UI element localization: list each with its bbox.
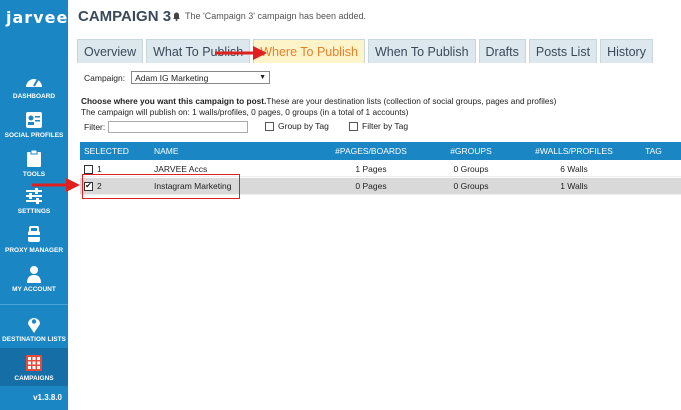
row-groups: 0 Groups xyxy=(453,164,489,174)
filter-by-tag-option[interactable]: Filter by Tag xyxy=(349,121,408,131)
sidebar-item-campaigns[interactable]: CAMPAIGNS xyxy=(0,348,68,386)
app-logo: jarvee xyxy=(6,8,69,27)
tab-overview[interactable]: Overview xyxy=(77,39,144,63)
row-walls: 6 Walls xyxy=(560,164,588,174)
sidebar-item-label: CAMPAIGNS xyxy=(14,375,54,382)
campaign-select-value: Adam IG Marketing xyxy=(135,72,209,83)
row-select-cell: 1 xyxy=(80,164,154,174)
filter-label: Filter: xyxy=(84,122,106,132)
sidebar-item-social-profiles[interactable]: SOCIAL PROFILES xyxy=(0,111,68,139)
instructions-text: These are your destination lists (collec… xyxy=(266,96,557,106)
column-header-walls[interactable]: #WALLS/PROFILES xyxy=(522,146,626,156)
annotation-highlight-box xyxy=(82,174,240,199)
tab-history[interactable]: History xyxy=(600,39,653,63)
filter-by-tag-label: Filter by Tag xyxy=(362,121,409,131)
sidebar-item-proxy-manager[interactable]: PROXY MANAGER xyxy=(0,226,68,254)
sidebar-item-label: PROXY MANAGER xyxy=(4,247,64,254)
sidebar-item-label: SOCIAL PROFILES xyxy=(4,132,64,139)
filter-by-tag-checkbox[interactable] xyxy=(349,121,358,131)
sidebar-item-label: DESTINATION LISTS xyxy=(2,336,66,343)
filter-row: Filter: xyxy=(84,121,249,133)
sidebar: jarvee DASHBOARD SOCIAL PROFILES TOOLS S… xyxy=(0,0,68,410)
notification-text: The 'Campaign 3' campaign has been added… xyxy=(185,11,367,21)
sidebar-item-tools[interactable]: TOOLS xyxy=(0,150,68,178)
sidebar-item-label: SETTINGS xyxy=(17,208,51,215)
bell-icon xyxy=(173,12,180,21)
tab-drafts[interactable]: Drafts xyxy=(478,39,526,63)
sidebar-item-label: DASHBOARD xyxy=(12,93,56,100)
filter-input[interactable] xyxy=(108,121,249,133)
sidebar-item-dashboard[interactable]: DASHBOARD xyxy=(0,72,68,100)
row-name: JARVEE Accs xyxy=(154,164,208,174)
row-pages: 0 Pages xyxy=(355,181,387,191)
account-icon xyxy=(27,266,41,283)
row-checkbox[interactable] xyxy=(84,164,93,174)
group-by-tag-option[interactable]: Group by Tag xyxy=(265,121,329,131)
column-header-name[interactable]: NAME xyxy=(154,146,322,156)
row-id: 1 xyxy=(97,164,102,174)
publish-summary: The campaign will publish on: 1 walls/pr… xyxy=(81,107,409,117)
chevron-down-icon: ▼ xyxy=(259,74,267,81)
campaign-select[interactable]: Adam IG Marketing ▼ xyxy=(131,71,271,84)
page-title: CAMPAIGN 3 xyxy=(78,8,172,25)
tools-icon xyxy=(27,150,41,167)
row-groups: 0 Groups xyxy=(453,181,489,191)
column-header-pages[interactable]: #PAGES/BOARDS xyxy=(322,146,420,156)
sidebar-item-label: MY ACCOUNT xyxy=(12,286,56,293)
map-pin-icon xyxy=(28,318,40,333)
app-version: v1.3.8.0 xyxy=(33,393,62,402)
annotation-arrow-icon xyxy=(215,46,267,60)
app-window: jarvee DASHBOARD SOCIAL PROFILES TOOLS S… xyxy=(0,0,681,410)
row-walls: 1 Walls xyxy=(560,181,588,191)
tab-posts-list[interactable]: Posts List xyxy=(528,39,598,63)
sidebar-item-destination-lists[interactable]: DESTINATION LISTS xyxy=(0,304,68,346)
tab-when-to-publish[interactable]: When To Publish xyxy=(367,39,476,63)
group-by-tag-label: Group by Tag xyxy=(278,121,329,131)
proxy-manager-icon xyxy=(26,226,42,242)
campaigns-icon xyxy=(26,355,42,371)
table-header: SELECTED NAME #PAGES/BOARDS #GROUPS #WAL… xyxy=(80,142,681,160)
tab-where-to-publish[interactable]: Where To Publish xyxy=(253,39,365,63)
instructions-heading: Choose where you want this campaign to p… xyxy=(81,96,267,106)
column-header-tag[interactable]: TAG xyxy=(626,146,681,156)
social-profiles-icon xyxy=(26,112,42,128)
annotation-arrow-icon xyxy=(32,178,80,192)
column-header-groups[interactable]: #GROUPS xyxy=(420,146,522,156)
instructions: Choose where you want this campaign to p… xyxy=(81,96,556,118)
tab-bar: Overview What To Publish Where To Publis… xyxy=(77,39,653,63)
campaign-selector-row: Campaign: Adam IG Marketing ▼ xyxy=(84,71,271,84)
sidebar-item-my-account[interactable]: MY ACCOUNT xyxy=(0,265,68,293)
notification: The 'Campaign 3' campaign has been added… xyxy=(172,11,366,21)
campaign-label: Campaign: xyxy=(84,72,126,83)
row-pages: 1 Pages xyxy=(355,164,387,174)
group-by-tag-checkbox[interactable] xyxy=(265,121,274,131)
dashboard-icon xyxy=(26,78,42,87)
column-header-selected[interactable]: SELECTED xyxy=(80,146,154,156)
